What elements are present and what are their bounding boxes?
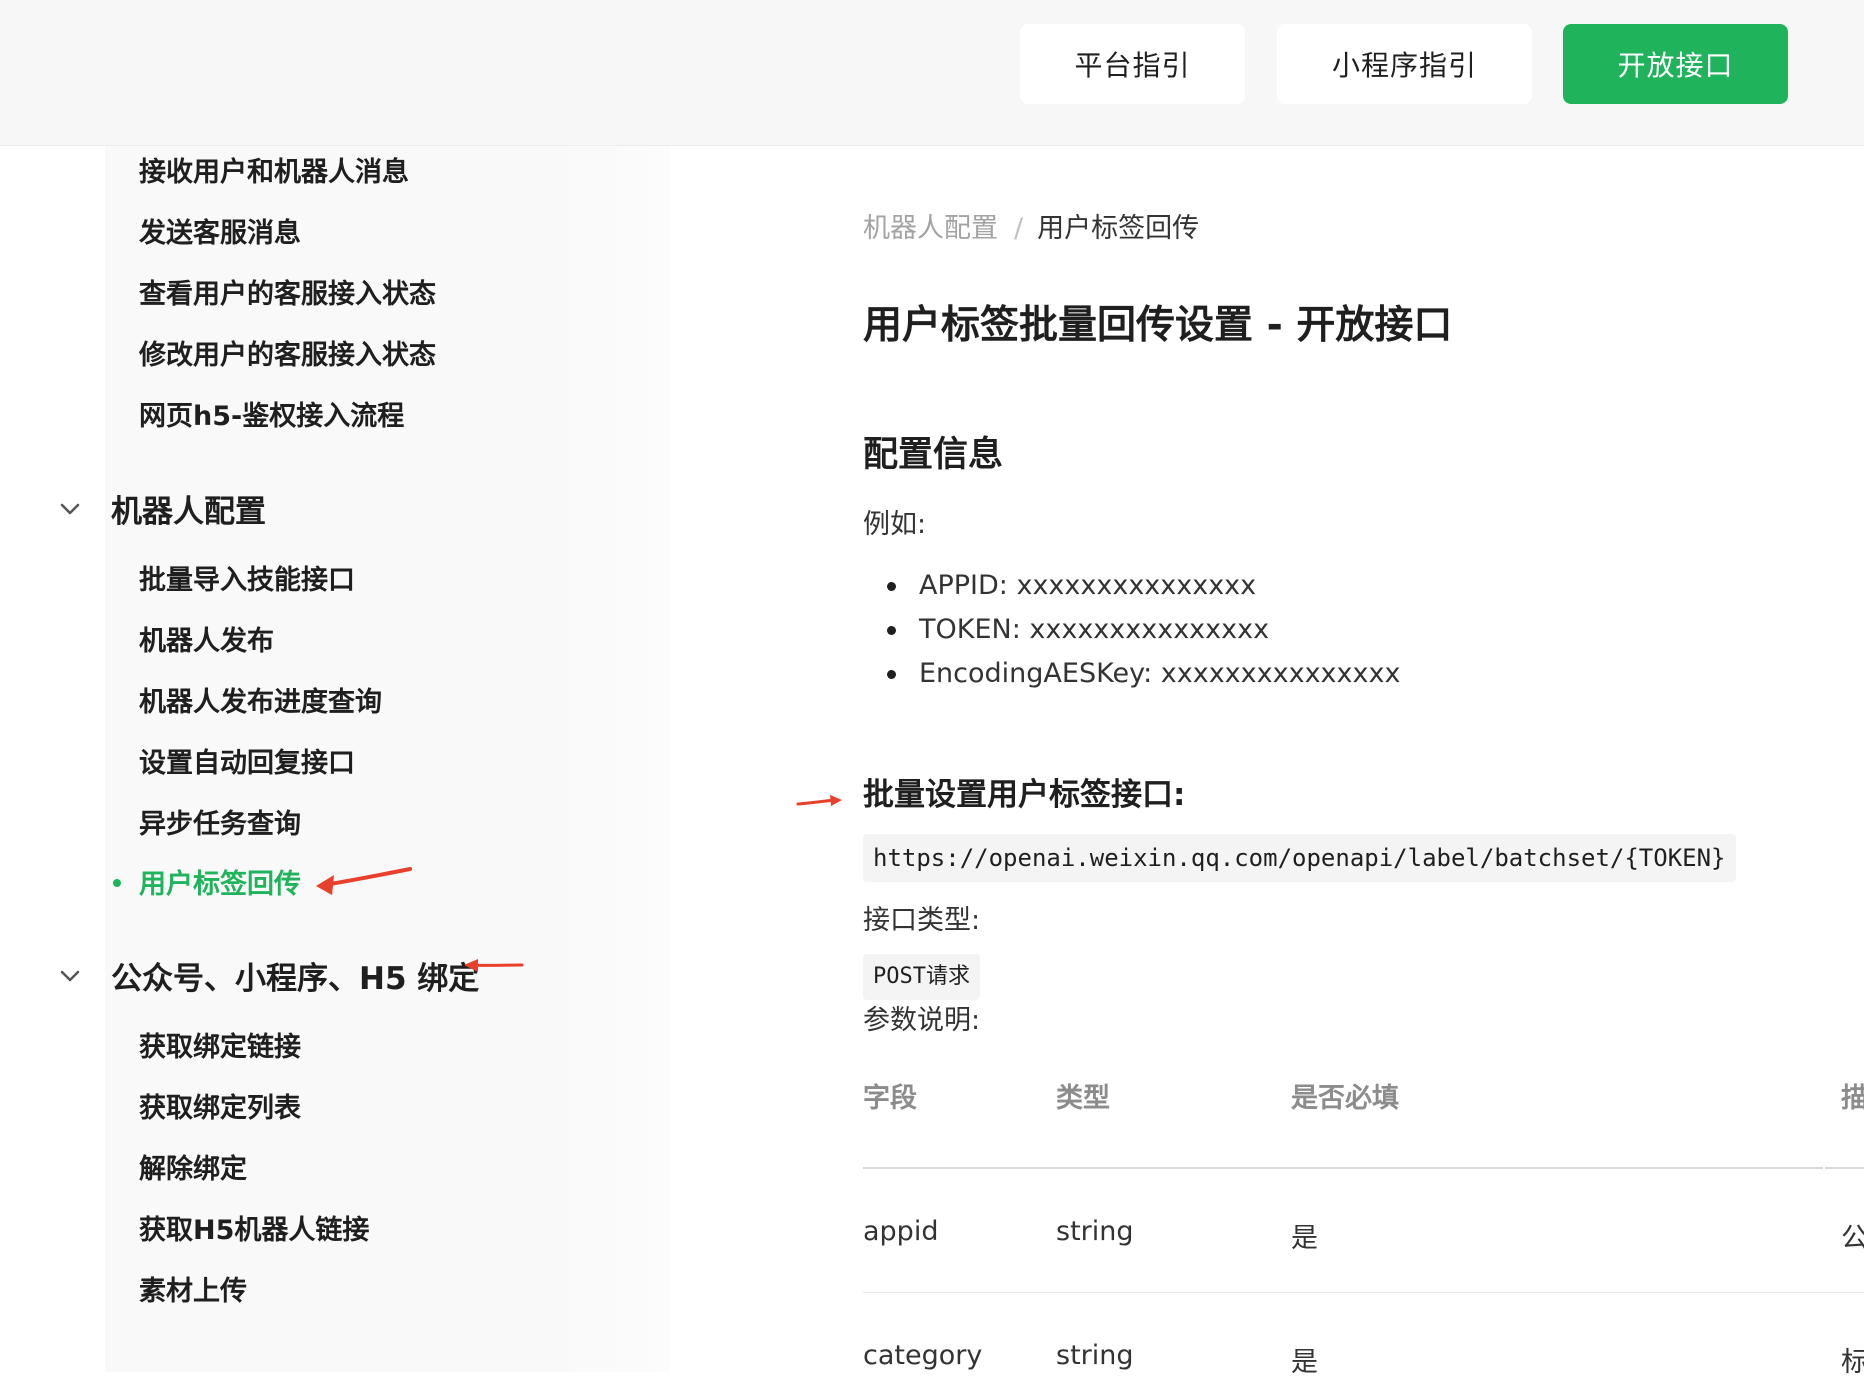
config-token: TOKEN: xxxxxxxxxxxxxxx xyxy=(919,614,1270,645)
api-type-label: 接口类型: xyxy=(863,905,981,936)
sidebar-group-binding[interactable]: 公众号、小程序、H5 绑定 xyxy=(55,953,479,998)
table-cell: string xyxy=(1056,1340,1134,1371)
table-header-type: 类型 xyxy=(1056,1083,1110,1114)
annotation-arrow-icon xyxy=(796,795,842,806)
breadcrumb-separator: / xyxy=(1014,213,1024,244)
bullet-icon xyxy=(887,582,896,591)
table-header-divider xyxy=(1825,1167,1864,1169)
table-cell: 是 xyxy=(1291,1347,1318,1378)
table-cell: 标 xyxy=(1841,1347,1864,1378)
sidebar-item-modify-service-status[interactable]: 修改用户的客服接入状态 xyxy=(139,333,436,372)
config-list: APPID: xxxxxxxxxxxxxxx TOKEN: xxxxxxxxxx… xyxy=(863,564,1400,696)
table-row-divider xyxy=(863,1292,1864,1293)
table-cell: string xyxy=(1056,1216,1134,1247)
table-header-divider xyxy=(863,1167,1823,1169)
config-appid: APPID: xxxxxxxxxxxxxxx xyxy=(919,570,1257,601)
sidebar-item-receive-messages[interactable]: 接收用户和机器人消息 xyxy=(139,150,409,189)
api-url-code: https://openai.weixin.qq.com/openapi/lab… xyxy=(863,834,1736,882)
sidebar-group-label: 公众号、小程序、H5 绑定 xyxy=(111,961,480,997)
annotation-arrow-icon xyxy=(316,867,412,895)
breadcrumb: 机器人配置 / 用户标签回传 xyxy=(863,206,1199,245)
sidebar-item-auto-reply[interactable]: 设置自动回复接口 xyxy=(139,741,355,780)
table-header-required: 是否必填 xyxy=(1291,1083,1399,1114)
config-aeskey: EncodingAESKey: xxxxxxxxxxxxxxx xyxy=(919,658,1401,689)
breadcrumb-current: 用户标签回传 xyxy=(1037,213,1200,244)
chevron-down-icon xyxy=(60,970,80,981)
bullet-icon xyxy=(887,670,896,679)
example-label: 例如: xyxy=(863,509,927,540)
params-label: 参数说明: xyxy=(863,1005,981,1036)
chevron-down-icon xyxy=(60,503,80,514)
top-navigation-bar: 平台指引 小程序指引 开放接口 xyxy=(0,0,1864,146)
table-header-field: 字段 xyxy=(863,1083,917,1114)
open-api-button[interactable]: 开放接口 xyxy=(1563,24,1788,104)
list-item: TOKEN: xxxxxxxxxxxxxxx xyxy=(863,608,1400,652)
annotation-arrow-icon xyxy=(464,959,524,972)
mini-program-guide-button[interactable]: 小程序指引 xyxy=(1277,24,1532,104)
platform-guide-button[interactable]: 平台指引 xyxy=(1020,24,1245,104)
sidebar-item-robot-publish[interactable]: 机器人发布 xyxy=(139,619,274,658)
sidebar-item-user-label-callback[interactable]: 用户标签回传 xyxy=(139,862,301,901)
active-indicator-dot xyxy=(113,879,121,887)
api-section-title: 批量设置用户标签接口: xyxy=(863,777,1186,813)
sidebar-group-robot-config[interactable]: 机器人配置 xyxy=(55,486,266,531)
sidebar-item-send-service-message[interactable]: 发送客服消息 xyxy=(139,211,301,250)
sidebar-item-async-task-query[interactable]: 异步任务查询 xyxy=(139,802,301,841)
main-content: 机器人配置 / 用户标签回传 用户标签批量回传设置 - 开放接口 配置信息 例如: … xyxy=(670,146,1864,1372)
table-header-description: 描 xyxy=(1841,1083,1864,1114)
page-title: 用户标签批量回传设置 - 开放接口 xyxy=(863,303,1453,348)
sidebar-group-label: 机器人配置 xyxy=(111,494,266,530)
list-item: EncodingAESKey: xxxxxxxxxxxxxxx xyxy=(863,652,1400,696)
table-cell: 是 xyxy=(1291,1223,1318,1254)
sidebar-item-h5-auth-flow[interactable]: 网页h5-鉴权接入流程 xyxy=(139,394,404,433)
sidebar-item-unbind[interactable]: 解除绑定 xyxy=(139,1147,247,1186)
table-cell: category xyxy=(863,1340,983,1371)
sidebar-item-batch-import-skills[interactable]: 批量导入技能接口 xyxy=(139,558,355,597)
api-method-code: POST请求 xyxy=(863,954,980,1000)
table-cell: appid xyxy=(863,1216,939,1247)
breadcrumb-parent[interactable]: 机器人配置 xyxy=(863,213,998,244)
config-section-title: 配置信息 xyxy=(863,435,1004,475)
bullet-icon xyxy=(887,626,896,635)
table-cell: 公 xyxy=(1841,1223,1864,1254)
sidebar-item-view-service-status[interactable]: 查看用户的客服接入状态 xyxy=(139,272,436,311)
sidebar: 接收用户和机器人消息 发送客服消息 查看用户的客服接入状态 修改用户的客服接入状… xyxy=(0,146,670,1372)
list-item: APPID: xxxxxxxxxxxxxxx xyxy=(863,564,1400,608)
sidebar-item-get-bind-list[interactable]: 获取绑定列表 xyxy=(139,1086,301,1125)
sidebar-item-material-upload[interactable]: 素材上传 xyxy=(139,1269,247,1308)
sidebar-item-get-bind-link[interactable]: 获取绑定链接 xyxy=(139,1025,301,1064)
sidebar-item-h5-robot-link[interactable]: 获取H5机器人链接 xyxy=(139,1208,369,1247)
sidebar-item-publish-progress[interactable]: 机器人发布进度查询 xyxy=(139,680,382,719)
